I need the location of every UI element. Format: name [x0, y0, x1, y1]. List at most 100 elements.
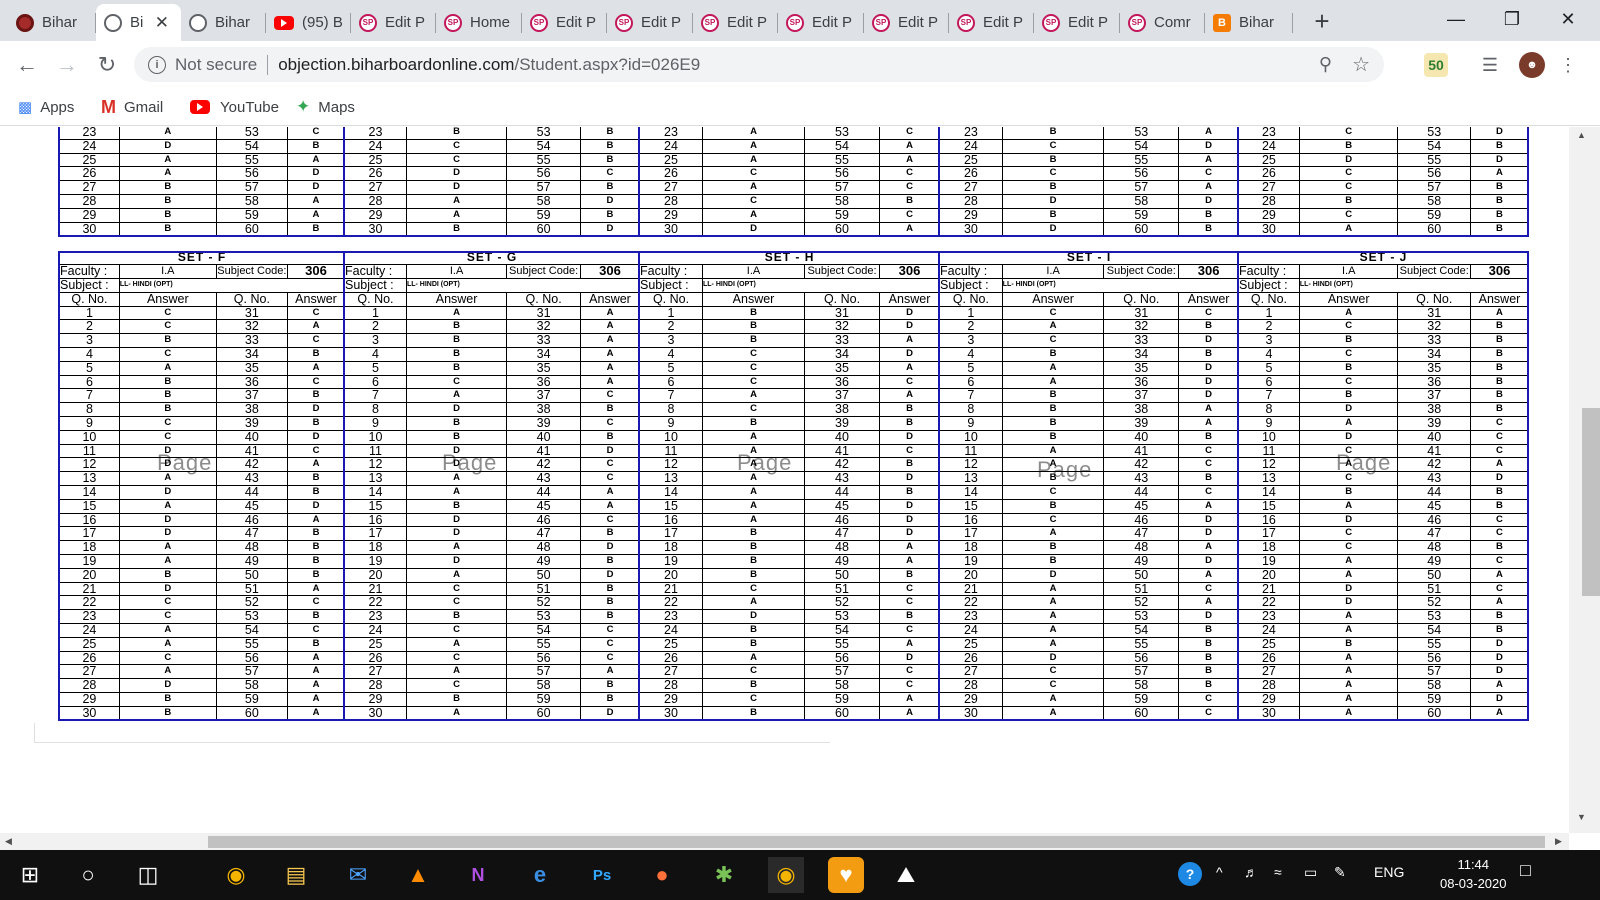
answer-cell: B	[1178, 221, 1239, 237]
info-icon[interactable]: i	[148, 55, 166, 74]
address-bar[interactable]: i Not secure objection.biharboardonline.…	[134, 47, 1384, 82]
notifications-icon[interactable]: □	[1520, 860, 1531, 881]
chevron-up-icon[interactable]: ^	[1216, 864, 1223, 880]
table-row: 29 A 59 B	[344, 207, 640, 223]
bookmark-gmail[interactable]: M Gmail	[101, 95, 163, 119]
reload-button[interactable]: ↻	[89, 41, 125, 88]
battery-icon[interactable]: ▭	[1304, 864, 1317, 881]
firefox-icon[interactable]: ●	[644, 857, 680, 893]
scroll-left-arrow-icon[interactable]: ◀	[5, 836, 12, 847]
language-indicator[interactable]: ENG	[1374, 864, 1404, 880]
tab-6[interactable]: SP Edit P	[522, 4, 607, 41]
question-number-cell: 45	[804, 498, 880, 514]
tab-8[interactable]: SP Edit P	[693, 4, 778, 41]
close-tab-icon[interactable]: ✕	[155, 13, 169, 33]
tab-3[interactable]: (95) B	[266, 4, 351, 41]
table-row: 15 A 45 D	[639, 498, 941, 514]
file-explorer-icon[interactable]: ▤	[278, 857, 314, 893]
answer-cell: B	[1469, 402, 1529, 418]
question-number-cell: 11	[59, 443, 120, 459]
table-row: 30 B 60 D	[344, 221, 640, 237]
chrome-active-icon[interactable]: ◉	[768, 857, 804, 893]
minimize-button[interactable]: —	[1428, 0, 1484, 38]
android-studio-icon[interactable]: ✱	[706, 857, 742, 893]
question-number-cell: 24	[939, 623, 1003, 638]
tab-9[interactable]: SP Edit P	[778, 4, 864, 41]
scroll-down-arrow-icon[interactable]: ▼	[1577, 812, 1586, 822]
vlc-icon[interactable]: ▲	[400, 857, 436, 893]
question-number-cell: 51	[1103, 581, 1180, 597]
set-title: SET - G	[344, 251, 640, 266]
answer-cell: A	[1298, 664, 1399, 680]
task-view-icon[interactable]: ◫	[130, 857, 166, 893]
photos-icon[interactable]: ⛰	[888, 857, 924, 893]
answer-cell: D	[1178, 374, 1240, 390]
table-row: 10 B 40 B	[344, 429, 641, 445]
menu-kebab-icon[interactable]: ⋮	[1559, 53, 1577, 77]
answer-cell: C	[118, 416, 217, 431]
bookmark-star-icon[interactable]: ☆	[1352, 52, 1370, 77]
tab-10[interactable]: SP Edit P	[864, 4, 949, 41]
bookmark-maps[interactable]: ✦ Maps	[296, 95, 355, 119]
question-number-cell: 46	[1103, 512, 1180, 528]
question-number-cell: 58	[804, 193, 880, 209]
maximize-button[interactable]: ❐	[1484, 0, 1540, 38]
question-number-cell: 4	[939, 347, 1003, 362]
extension-icon[interactable]: 50	[1424, 53, 1448, 77]
answer-cell: A	[118, 166, 217, 182]
subject-value: LL- HINDI (OPT)	[405, 278, 641, 293]
table-row: 15 A 45 D	[59, 498, 346, 514]
bookmark-youtube[interactable]: YouTube	[190, 95, 279, 119]
answer-cell: A	[1178, 595, 1240, 611]
mail-icon[interactable]: ✉	[340, 857, 376, 893]
question-number-cell: 47	[1103, 526, 1180, 542]
clock[interactable]: 11:44 08-03-2020	[1440, 855, 1507, 893]
horizontal-scroll-thumb[interactable]	[208, 836, 1545, 848]
pen-icon[interactable]: ✎	[1334, 864, 1346, 881]
bookmark-apps[interactable]: ▩ Apps	[18, 95, 74, 119]
question-number-cell: 42	[1103, 457, 1180, 473]
tab-4[interactable]: SP Edit P	[351, 4, 436, 41]
faculty-value: I.A	[118, 264, 217, 280]
zoom-icon[interactable]: ⚲	[1319, 54, 1332, 75]
table-row: 20 A 50 A	[1238, 567, 1529, 583]
cortana-circle-icon[interactable]: ○	[70, 857, 106, 893]
wifi-icon[interactable]: ≈	[1274, 864, 1282, 880]
profile-avatar[interactable]: ☻	[1519, 52, 1545, 78]
vertical-scroll-thumb[interactable]	[1582, 408, 1600, 596]
tab-12[interactable]: SP Edit P	[1034, 4, 1120, 41]
back-button[interactable]: ←	[9, 41, 45, 88]
faculty-row: Faculty : I.A Subject Code: 306	[59, 264, 346, 280]
photoshop-icon[interactable]: Ps	[584, 857, 620, 893]
help-icon[interactable]: ?	[1178, 862, 1202, 886]
volume-icon[interactable]: ♬	[1244, 864, 1258, 880]
tab-11[interactable]: SP Edit P	[949, 4, 1034, 41]
answer-cell: D	[1001, 650, 1105, 666]
answer-cell: A	[702, 485, 805, 500]
tab-5[interactable]: SP Home	[436, 4, 522, 41]
new-tab-button[interactable]: +	[1308, 6, 1336, 37]
edge-icon[interactable]: e	[522, 857, 558, 893]
uc-browser-icon[interactable]: ♥	[828, 857, 864, 893]
media-controls-icon[interactable]: ☰	[1478, 53, 1502, 77]
tab-14[interactable]: B Bihar	[1205, 4, 1293, 41]
chrome-taskbar-icon[interactable]: ◉	[218, 857, 254, 893]
answer-cell: C	[1298, 526, 1399, 542]
tab-7[interactable]: SP Edit P	[607, 4, 693, 41]
answer-cell: B	[405, 692, 508, 707]
answer-cell: B	[579, 429, 641, 445]
question-number-cell: 56	[804, 166, 880, 182]
tab-1[interactable]: Bi ✕	[96, 4, 181, 41]
forward-button[interactable]: →	[49, 41, 85, 88]
scroll-up-arrow-icon[interactable]: ▲	[1577, 130, 1586, 140]
table-row: 7 A 37 C	[344, 388, 641, 404]
start-windows-icon[interactable]: ⊞	[12, 857, 48, 893]
tab-13[interactable]: SP Comr	[1120, 4, 1205, 41]
scroll-right-arrow-icon[interactable]: ▶	[1555, 836, 1562, 847]
tab-0[interactable]: Bihar	[8, 4, 96, 41]
question-number-cell: 59	[1103, 207, 1180, 223]
onenote-icon[interactable]: N	[460, 857, 496, 893]
tab-2[interactable]: Bihar	[181, 4, 266, 41]
question-number-cell: 34	[1103, 347, 1180, 362]
close-window-button[interactable]: ✕	[1540, 0, 1596, 38]
